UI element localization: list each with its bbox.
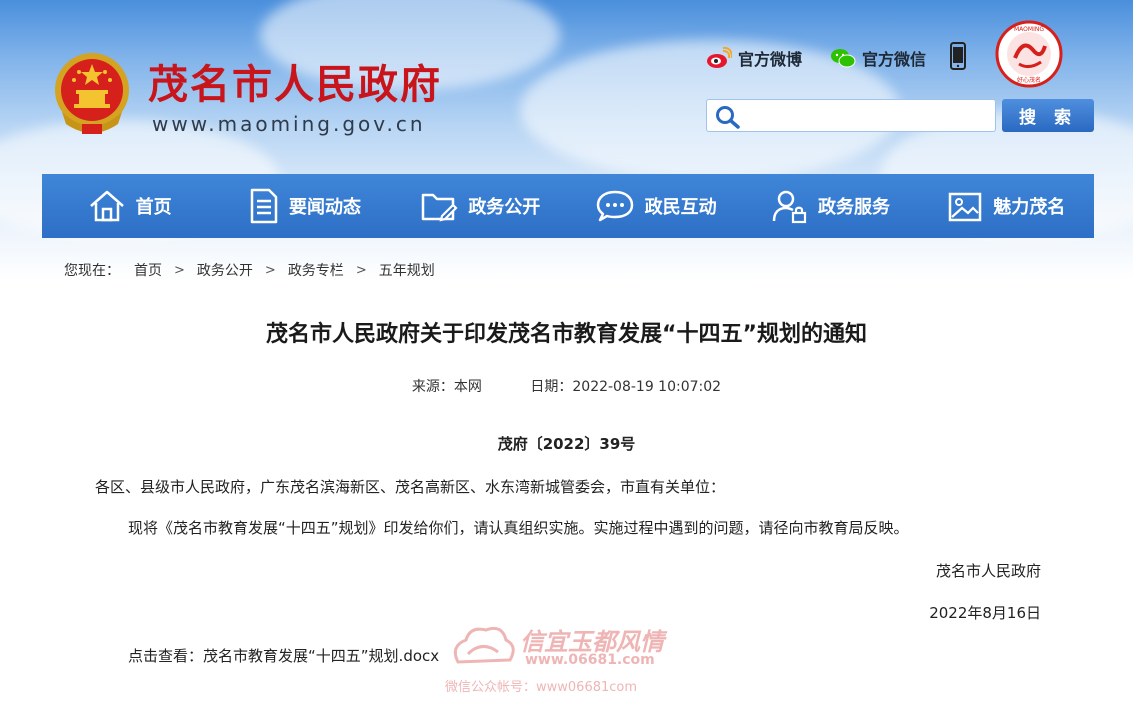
main-nav: 首页 要闻动态 政务公开 政民互动 政务服务 魅力茂名 — [42, 174, 1094, 238]
breadcrumb-item-column[interactable]: 政务专栏 — [288, 260, 344, 280]
signature-organization: 茂名市人民政府 — [935, 562, 1041, 580]
document-number: 茂府〔2022〕39号 — [497, 435, 636, 453]
watermark-sub: 微信公众帐号：www06681com — [445, 680, 638, 695]
breadcrumb: 您现在： 首页 > 政务公开 > 政务专栏 > 五年规划 — [64, 260, 435, 280]
attachment-row: 点击查看：茂名市教育发展“十四五”规划.docx — [128, 645, 439, 666]
weibo-label: 官方微博 — [738, 50, 803, 69]
national-emblem-icon — [55, 53, 129, 134]
site-url: www.maoming.gov.cn — [152, 112, 426, 136]
search-icon — [716, 106, 740, 129]
nav-item-open-government[interactable]: 政务公开 — [393, 174, 568, 238]
nav-item-label: 要闻动态 — [288, 197, 361, 218]
site-title[interactable]: 茂名市人民政府 — [148, 52, 442, 110]
folder-edit-icon — [422, 193, 458, 222]
search-input[interactable] — [747, 103, 987, 128]
attachment-prefix: 点击查看： — [128, 647, 204, 665]
search-button[interactable]: 搜 索 — [1002, 99, 1094, 132]
nav-item-label: 政务公开 — [468, 197, 541, 218]
picture-icon — [949, 192, 982, 222]
attachment-link[interactable]: 茂名市教育发展“十四五”规划.docx — [203, 647, 439, 665]
article-date: 日期：2022-08-19 10:07:02 — [530, 379, 722, 395]
nav-item-charm[interactable]: 魅力茂名 — [919, 174, 1094, 238]
nav-item-label: 政民互动 — [644, 197, 717, 218]
chevron-right-icon: > — [355, 262, 367, 278]
breadcrumb-prefix: 您现在： — [64, 263, 120, 279]
wechat-icon — [831, 49, 856, 68]
article-meta: 来源：本网 日期：2022-08-19 10:07:02 — [0, 376, 1133, 396]
watermark-logo-icon — [453, 626, 515, 664]
chevron-right-icon: > — [264, 262, 276, 278]
nav-item-interaction[interactable]: 政民互动 — [568, 174, 743, 238]
article-addressee: 各区、县级市人民政府，广东茂名滨海新区、茂名高新区、水东湾新城管委会，市直有关单… — [95, 478, 726, 496]
article-source: 来源：本网 — [411, 379, 482, 395]
city-badge-icon: MAOMING 好心茂名 — [995, 20, 1063, 88]
watermark-url: www.06681.com — [525, 652, 655, 668]
chat-bubble-icon — [596, 190, 633, 222]
home-icon — [89, 190, 124, 222]
official-wechat-link[interactable]: 官方微信 — [830, 46, 926, 70]
badge-bottom-text: 好心茂名 — [1017, 76, 1041, 84]
breadcrumb-item-five-year-plan[interactable]: 五年规划 — [379, 260, 435, 280]
chevron-right-icon: > — [174, 262, 185, 278]
article-body: 现将《茂名市教育发展“十四五”规划》印发给你们，请认真组织实施。实施过程中遇到的… — [128, 519, 909, 537]
wechat-label: 官方微信 — [862, 50, 927, 69]
watermark: 信宜玉都风情 www.06681.com 微信公众帐号：www06681com — [440, 618, 700, 698]
search-box[interactable] — [706, 99, 996, 132]
header-banner: 茂名市人民政府 www.maoming.gov.cn 官方微博 官方微信 MAO… — [0, 0, 1133, 280]
mobile-phone-icon[interactable] — [950, 42, 966, 70]
nav-item-label: 魅力茂名 — [993, 197, 1066, 218]
signature-date: 2022年8月16日 — [929, 604, 1041, 622]
page-root: 茂名市人民政府 www.maoming.gov.cn 官方微博 官方微信 MAO… — [0, 0, 1133, 710]
badge-arc-text: MAOMING — [1014, 26, 1044, 33]
nav-item-services[interactable]: 政务服务 — [743, 174, 918, 238]
breadcrumb-item-open-government[interactable]: 政务公开 — [197, 260, 253, 280]
article-title: 茂名市人民政府关于印发茂名市教育发展“十四五”规划的通知 — [266, 322, 867, 347]
nav-item-label: 政务服务 — [817, 197, 890, 218]
breadcrumb-item-home[interactable]: 首页 — [134, 260, 162, 280]
document-icon — [250, 188, 278, 224]
nav-item-news[interactable]: 要闻动态 — [217, 174, 392, 238]
nav-item-label: 首页 — [135, 197, 172, 218]
nav-item-home[interactable]: 首页 — [42, 174, 217, 238]
user-lock-icon — [772, 190, 807, 224]
weibo-icon — [707, 47, 732, 68]
official-weibo-link[interactable]: 官方微博 — [706, 46, 802, 70]
